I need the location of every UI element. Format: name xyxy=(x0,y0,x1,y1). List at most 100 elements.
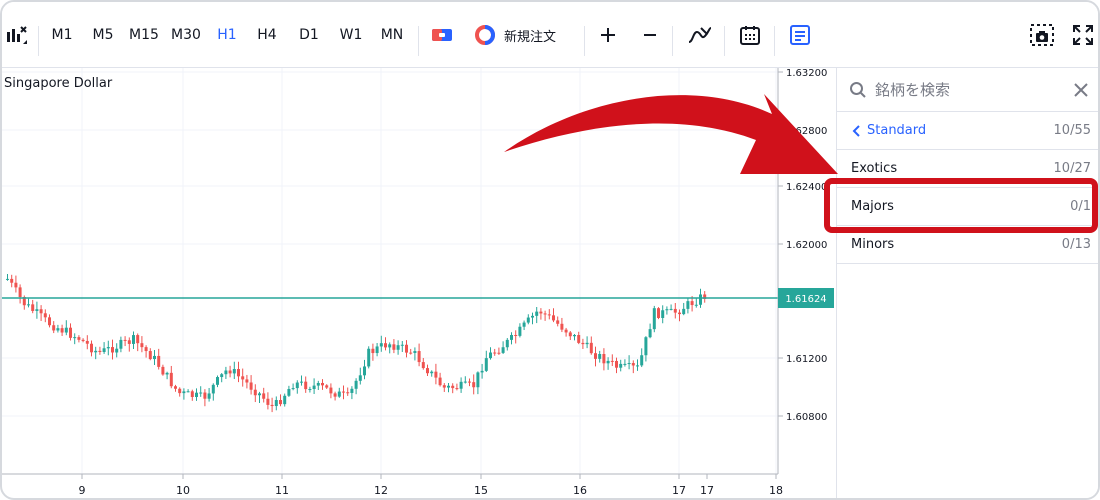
candle-body xyxy=(375,346,379,354)
candle-body xyxy=(615,360,618,368)
screenshot-icon[interactable] xyxy=(1028,2,1056,68)
candle-body xyxy=(480,370,484,373)
candle-body xyxy=(220,374,224,378)
candle-body xyxy=(543,313,547,315)
chevron-left-icon[interactable] xyxy=(851,124,861,138)
date-tick-label: 15 xyxy=(474,484,488,497)
price-tick-label: 1.61200 xyxy=(786,354,827,365)
symbol-list-icon[interactable] xyxy=(786,2,814,68)
candle-body xyxy=(673,308,677,313)
candle-body xyxy=(644,337,648,356)
candle-body xyxy=(573,335,576,337)
candle-body xyxy=(371,348,375,354)
candle-body xyxy=(333,393,337,397)
candle-body xyxy=(18,287,22,298)
candle-body xyxy=(476,372,480,388)
candle-body xyxy=(384,343,387,348)
candle-body xyxy=(216,377,219,385)
candle-body xyxy=(14,282,18,288)
candle-body xyxy=(682,308,686,315)
timeframe-m5[interactable]: M5 xyxy=(83,2,123,68)
candle-body xyxy=(510,334,513,340)
candle-body xyxy=(69,327,72,338)
timeframe-m30[interactable]: M30 xyxy=(166,2,206,68)
fullscreen-icon[interactable] xyxy=(1070,2,1096,68)
timeframe-h4[interactable]: H4 xyxy=(247,2,287,68)
candle-body xyxy=(157,355,161,367)
new-order-icon xyxy=(475,25,495,45)
price-tick-label: 1.62400 xyxy=(786,182,827,193)
timeframe-mn[interactable]: MN xyxy=(372,2,412,68)
candle-body xyxy=(262,393,266,399)
app-frame: M1 M5 M15 M30 H1 H4 D1 W1 MN 新規注文 1.6320… xyxy=(0,0,1100,500)
candle-body xyxy=(27,304,30,306)
candle-body xyxy=(6,278,9,280)
candle-body xyxy=(434,371,438,378)
candle-body xyxy=(522,322,526,327)
standard-group-row[interactable]: Standard 10/55 xyxy=(837,112,1098,150)
chart-canvas[interactable]: 1.63200 1.62800 1.62400 1.62000 1.61200 1.608… xyxy=(2,68,836,498)
standard-count: 10/55 xyxy=(1053,123,1091,138)
trade-panel-icon[interactable] xyxy=(428,2,456,68)
date-tick-label: 17 xyxy=(700,484,714,497)
zoom-in-icon[interactable] xyxy=(594,2,622,68)
candle-body xyxy=(438,377,442,386)
candle-body xyxy=(396,345,400,350)
new-order-button[interactable]: 新規注文 xyxy=(474,2,574,68)
candle-body xyxy=(115,348,119,353)
candle-body xyxy=(459,381,463,389)
candle-body xyxy=(258,393,261,396)
candle-body xyxy=(207,393,211,399)
candle-body xyxy=(657,308,660,318)
top-toolbar: M1 M5 M15 M30 H1 H4 D1 W1 MN 新規注文 xyxy=(2,2,1098,68)
timeframe-m1[interactable]: M1 xyxy=(42,2,82,68)
candle-body xyxy=(518,326,522,336)
candle-body xyxy=(690,301,694,306)
candle-body xyxy=(417,351,421,363)
date-tick-label: 9 xyxy=(79,484,86,497)
symbol-title: Singapore Dollar xyxy=(4,76,113,91)
candle-body xyxy=(283,395,287,405)
indicators-icon[interactable] xyxy=(684,2,716,68)
timeframe-d1[interactable]: D1 xyxy=(289,2,329,68)
candle-body xyxy=(463,381,467,383)
candle-body xyxy=(484,358,488,371)
candle-body xyxy=(153,355,156,360)
candle-body xyxy=(73,337,77,339)
candle-body xyxy=(291,388,295,390)
candle-body xyxy=(186,391,190,393)
timeframe-w1[interactable]: W1 xyxy=(331,2,371,68)
candle-body xyxy=(640,355,644,366)
candle-body xyxy=(31,304,35,311)
calendar-icon[interactable] xyxy=(736,2,764,68)
candle-body xyxy=(405,344,408,353)
search-input[interactable] xyxy=(875,80,1055,99)
candle-body xyxy=(602,354,606,364)
search-icon xyxy=(850,81,866,98)
candle-body xyxy=(388,344,392,348)
candle-body xyxy=(316,382,320,386)
candle-body xyxy=(266,398,270,405)
candle-body xyxy=(144,347,148,352)
close-icon[interactable] xyxy=(1071,80,1091,100)
candle-body xyxy=(43,313,47,318)
candle-body xyxy=(232,369,236,374)
candle-body xyxy=(501,347,505,353)
candle-body xyxy=(132,335,135,344)
candle-body xyxy=(455,388,459,390)
candle-body xyxy=(199,392,203,394)
candle-body xyxy=(409,352,413,354)
timeframe-h1[interactable]: H1 xyxy=(207,2,247,68)
candle-body xyxy=(421,362,425,369)
zoom-out-icon[interactable] xyxy=(636,2,664,68)
candle-body xyxy=(81,339,85,341)
candle-body xyxy=(547,314,551,316)
candle-body xyxy=(325,385,329,388)
timeframe-m15[interactable]: M15 xyxy=(124,2,164,68)
candle-body xyxy=(379,343,383,347)
candle-body xyxy=(539,311,543,314)
date-tick-label: 11 xyxy=(275,484,289,497)
date-tick-label: 18 xyxy=(769,484,783,497)
chart-type-icon[interactable] xyxy=(2,2,32,68)
price-chart[interactable]: 1.63200 1.62800 1.62400 1.62000 1.61200 1.608… xyxy=(2,68,836,497)
